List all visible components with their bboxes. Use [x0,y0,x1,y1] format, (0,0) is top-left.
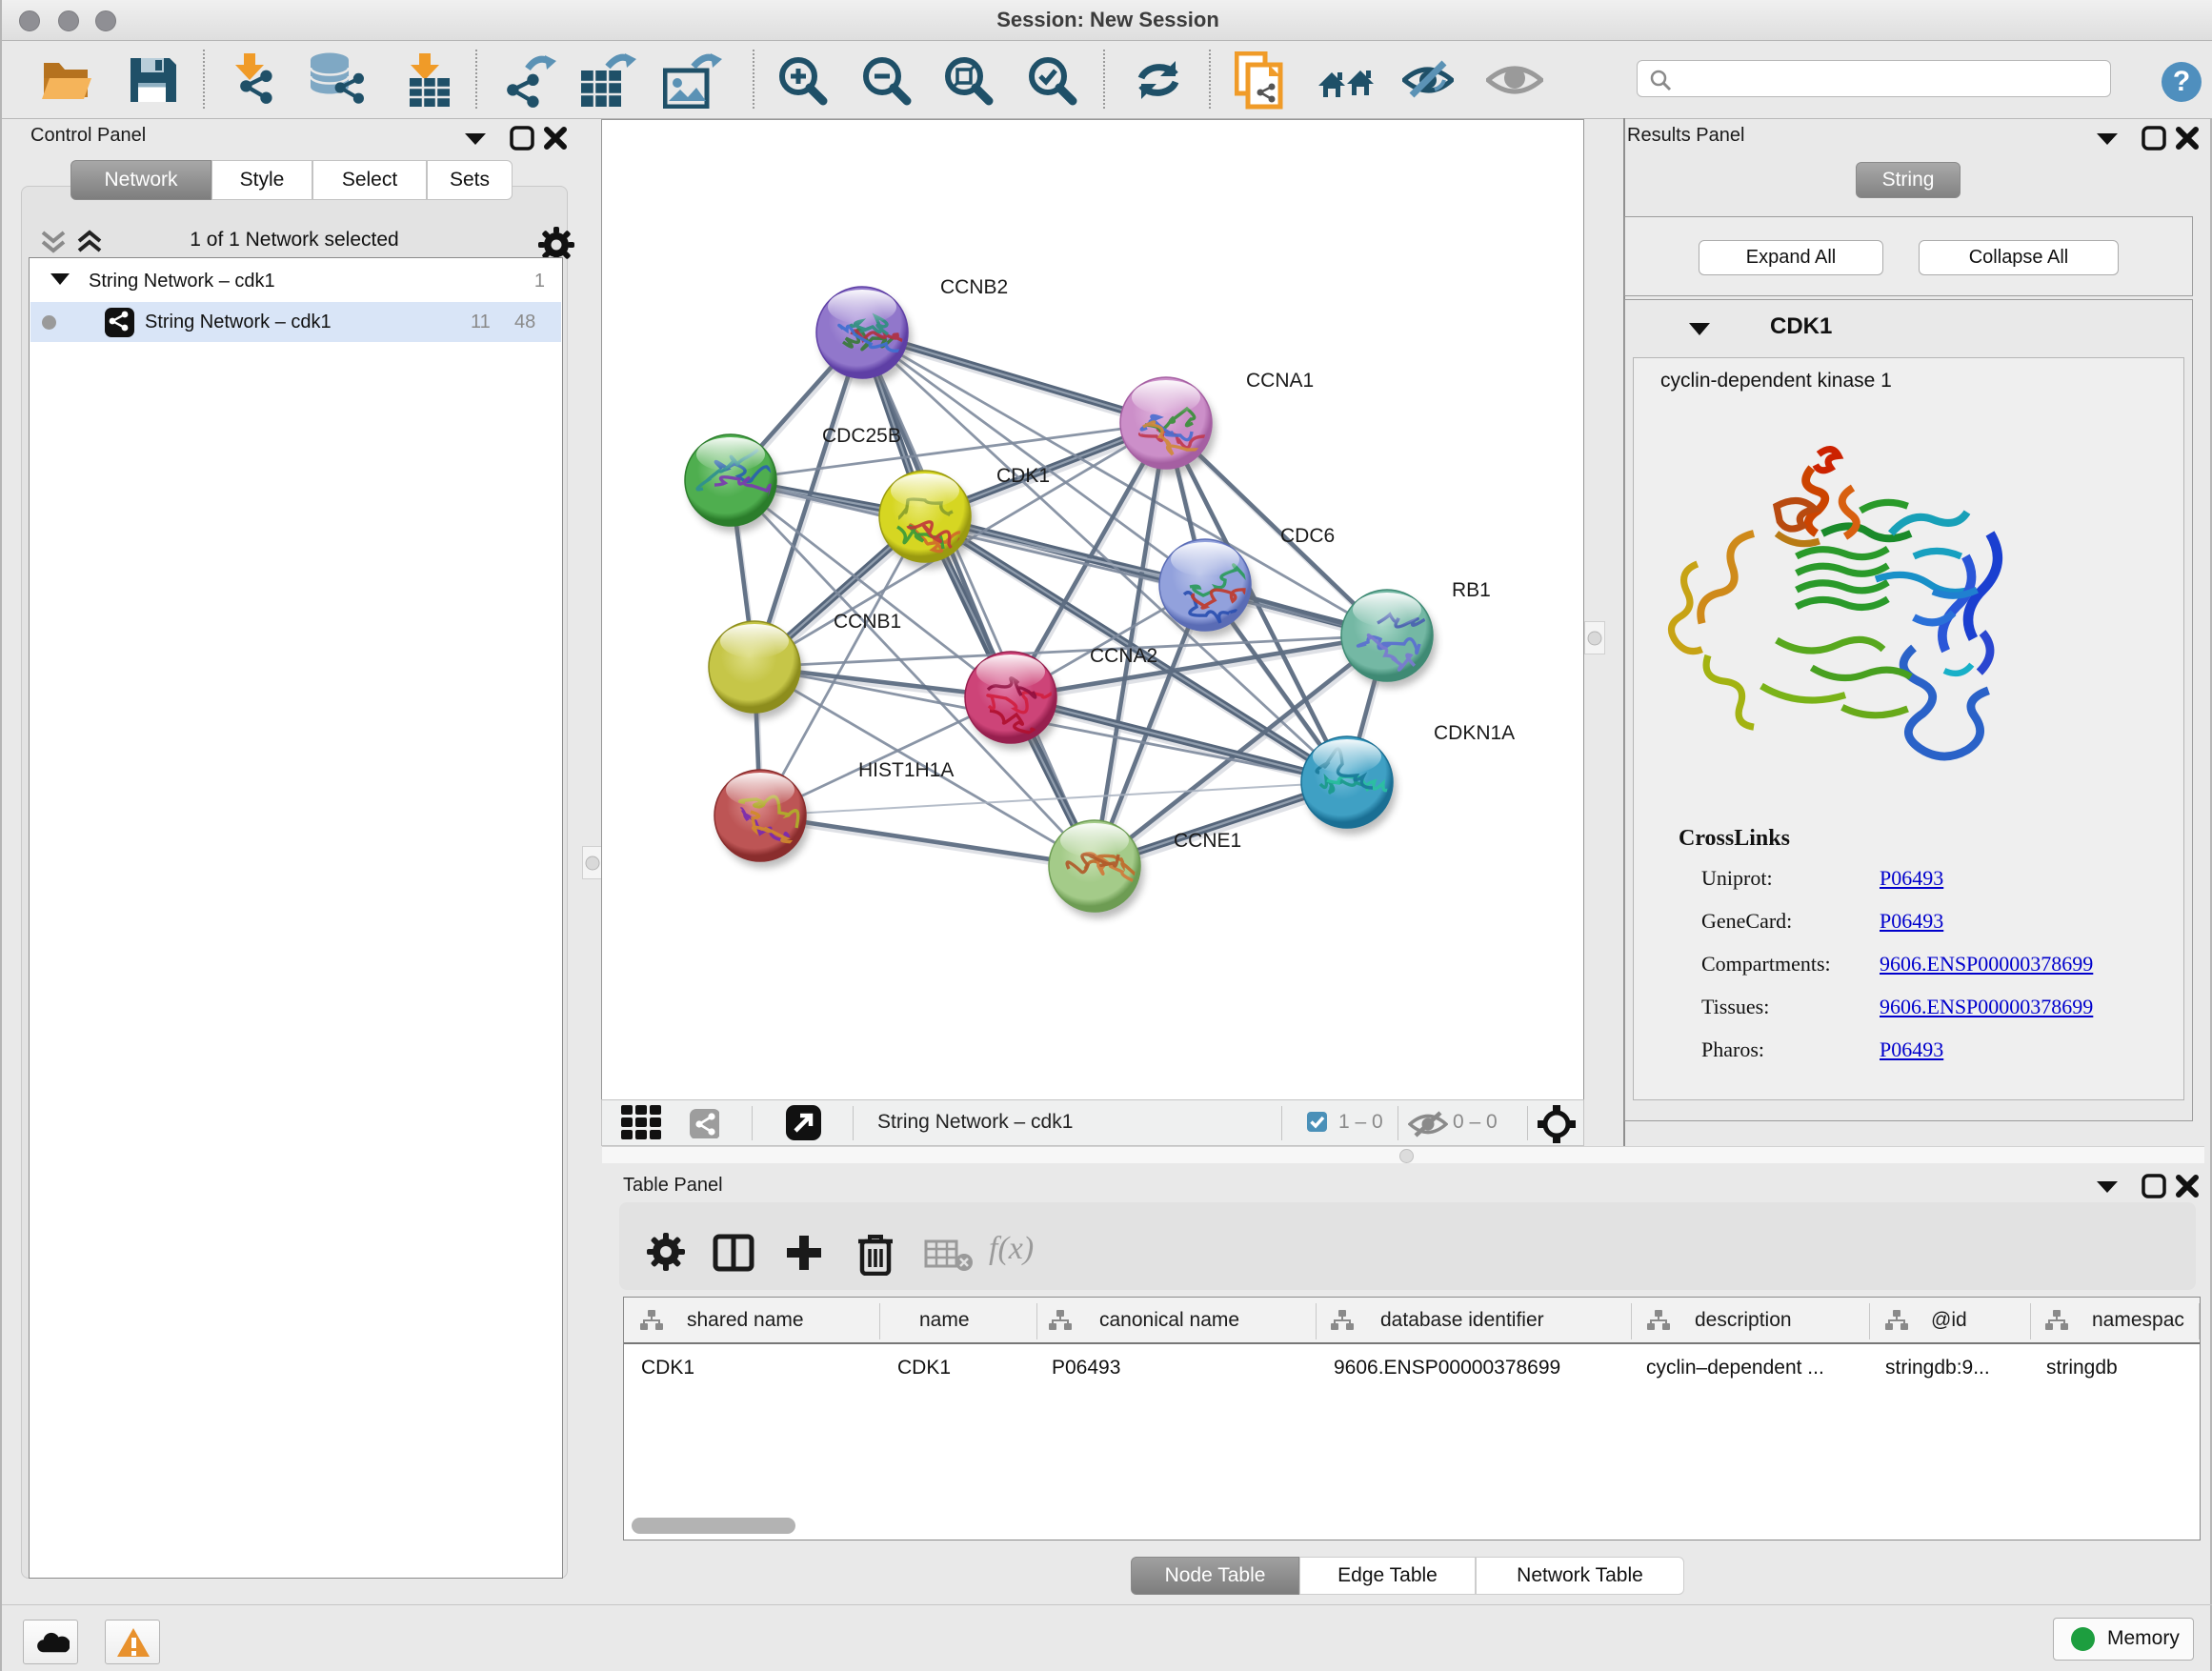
svg-text:RB1: RB1 [1452,579,1491,601]
svg-text:CCNA2: CCNA2 [1090,645,1157,667]
svg-text:CCNB2: CCNB2 [940,276,1008,298]
svg-text:HIST1H1A: HIST1H1A [858,759,954,781]
svg-text:CDC25B: CDC25B [822,425,901,447]
svg-text:CDC6: CDC6 [1280,525,1335,547]
svg-text:CDK1: CDK1 [996,465,1050,487]
svg-text:CCNA1: CCNA1 [1246,370,1314,392]
svg-text:CCNE1: CCNE1 [1174,830,1241,852]
svg-text:CCNB1: CCNB1 [834,611,901,633]
svg-text:CDKN1A: CDKN1A [1434,722,1515,744]
